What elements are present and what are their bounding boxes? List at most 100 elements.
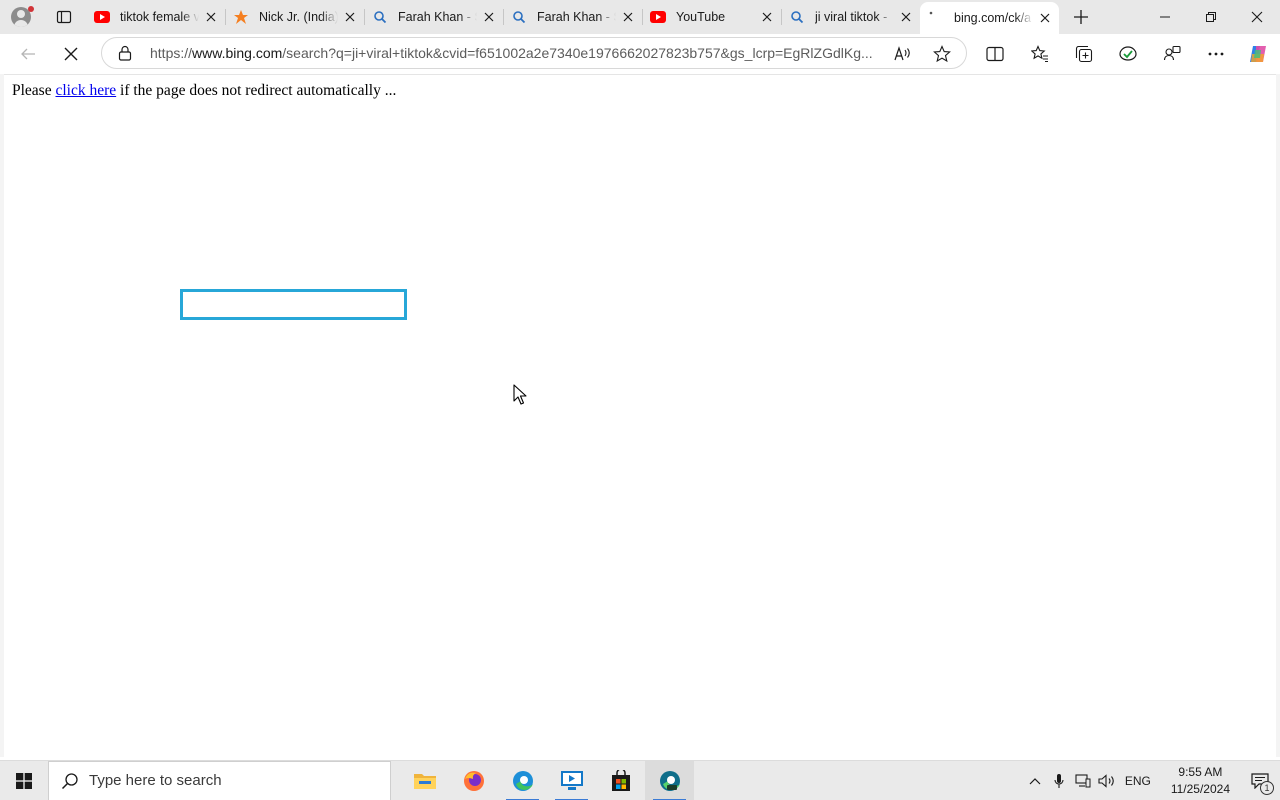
back-button[interactable] bbox=[10, 36, 46, 72]
tab-actions-button[interactable] bbox=[42, 0, 86, 34]
tab-close-icon[interactable] bbox=[759, 9, 775, 25]
collections-icon bbox=[1075, 45, 1093, 63]
right-frame bbox=[1276, 74, 1280, 757]
focus-highlight-box bbox=[180, 289, 407, 320]
taskbar-edge[interactable] bbox=[498, 761, 547, 800]
show-hidden-icons-button[interactable] bbox=[1023, 761, 1047, 800]
redirect-prefix: Please bbox=[12, 82, 56, 99]
search-icon bbox=[789, 9, 805, 25]
volume-icon bbox=[1098, 774, 1114, 788]
tab-close-icon[interactable] bbox=[342, 9, 358, 25]
search-icon bbox=[511, 9, 527, 25]
taskbar-search-box[interactable]: Type here to search bbox=[48, 760, 391, 800]
tab-title: Farah Khan - Se bbox=[398, 10, 477, 24]
tab-farah-khan-1[interactable]: Farah Khan - Se bbox=[364, 0, 503, 34]
start-button[interactable] bbox=[0, 761, 48, 800]
minimize-button[interactable] bbox=[1142, 0, 1188, 34]
redirect-suffix: if the page does not redirect automatica… bbox=[116, 82, 397, 99]
close-icon bbox=[1251, 11, 1263, 23]
page-content: Please click here if the page does not r… bbox=[4, 74, 1276, 757]
favorite-star-icon[interactable] bbox=[932, 44, 952, 64]
taskbar-store[interactable] bbox=[596, 761, 645, 800]
remote-desktop-icon bbox=[560, 770, 583, 790]
tab-close-icon[interactable] bbox=[1037, 10, 1053, 26]
browser-toolbar: https://www.bing.com/search?q=ji+viral+t… bbox=[0, 34, 1280, 74]
firefox-icon bbox=[463, 770, 484, 791]
youtube-icon bbox=[650, 9, 666, 25]
extensions-icon bbox=[1163, 45, 1181, 61]
taskbar-edge-dev[interactable] bbox=[645, 760, 694, 800]
tab-youtube[interactable]: YouTube bbox=[642, 0, 781, 34]
url-path: /search?q=ji+viral+tiktok&cvid=f651002a2… bbox=[282, 45, 873, 61]
plus-icon bbox=[1074, 10, 1088, 24]
edge-dev-icon bbox=[659, 770, 680, 791]
windows-taskbar: Type here to search ENG 9:55 AM 11/25/20… bbox=[0, 760, 1280, 800]
tab-actions-icon bbox=[56, 10, 72, 24]
split-screen-icon bbox=[986, 46, 1004, 62]
tab-title: ji viral tiktok - bbox=[815, 10, 888, 24]
search-icon bbox=[372, 9, 388, 25]
close-window-button[interactable] bbox=[1234, 0, 1280, 34]
taskbar-file-explorer[interactable] bbox=[400, 761, 449, 800]
new-tab-button[interactable] bbox=[1059, 0, 1103, 34]
window-controls bbox=[1142, 0, 1280, 34]
clock-time: 9:55 AM bbox=[1178, 765, 1223, 779]
tab-title: tiktok female v bbox=[120, 10, 199, 24]
url-host: www.bing.com bbox=[192, 45, 283, 61]
lock-icon[interactable] bbox=[116, 44, 134, 62]
tab-title: Nick Jr. (India) bbox=[259, 10, 338, 24]
tab-close-icon[interactable] bbox=[203, 9, 219, 25]
tab-close-icon[interactable] bbox=[898, 9, 914, 25]
tab-bing-redirect[interactable]: bing.com/ck/a bbox=[920, 2, 1059, 34]
address-bar[interactable]: https://www.bing.com/search?q=ji+viral+t… bbox=[101, 37, 967, 69]
tab-tiktok-female[interactable]: tiktok female v bbox=[86, 0, 225, 34]
profile-notification-dot bbox=[28, 6, 34, 12]
microphone-icon bbox=[1054, 774, 1064, 788]
action-center-button[interactable]: 1 bbox=[1240, 761, 1280, 800]
redirect-message: Please click here if the page does not r… bbox=[12, 82, 396, 100]
minimize-icon bbox=[1160, 16, 1170, 18]
split-screen-button[interactable] bbox=[977, 36, 1013, 72]
tab-close-icon[interactable] bbox=[481, 9, 497, 25]
windows-logo-icon bbox=[16, 772, 32, 789]
tab-ji-viral-tiktok[interactable]: ji viral tiktok - bbox=[781, 0, 920, 34]
nick-jr-icon bbox=[233, 9, 249, 25]
file-explorer-icon bbox=[413, 773, 436, 789]
youtube-icon bbox=[94, 9, 110, 25]
copilot-button[interactable] bbox=[1240, 36, 1276, 72]
tab-title: Farah Khan - Se bbox=[537, 10, 616, 24]
tab-title: bing.com/ck/a bbox=[954, 11, 1032, 25]
restore-button[interactable] bbox=[1188, 0, 1234, 34]
copilot-icon bbox=[1250, 46, 1266, 62]
tab-strip: tiktok female v Nick Jr. (India) Farah K… bbox=[0, 0, 1280, 34]
taskbar-remote-desktop[interactable] bbox=[547, 761, 596, 800]
volume-button[interactable] bbox=[1095, 761, 1119, 800]
network-icon bbox=[1075, 774, 1091, 788]
system-tray: ENG 9:55 AM 11/25/2024 1 bbox=[1023, 761, 1280, 800]
tab-close-icon[interactable] bbox=[620, 9, 636, 25]
browser-essentials-button[interactable] bbox=[1110, 36, 1146, 72]
back-arrow-icon bbox=[21, 48, 35, 60]
tab-nick-jr[interactable]: Nick Jr. (India) bbox=[225, 0, 364, 34]
click-here-link[interactable]: click here bbox=[55, 82, 116, 99]
edge-icon bbox=[512, 770, 533, 791]
tab-title: YouTube bbox=[676, 10, 726, 24]
stop-loading-button[interactable] bbox=[53, 36, 89, 72]
browser-essentials-icon bbox=[1119, 46, 1137, 61]
more-dots-icon bbox=[1208, 52, 1224, 56]
chevron-up-icon bbox=[1029, 778, 1041, 785]
input-language-indicator[interactable]: ENG bbox=[1119, 774, 1161, 788]
network-button[interactable] bbox=[1071, 761, 1095, 800]
taskbar-firefox[interactable] bbox=[449, 761, 498, 800]
tab-farah-khan-2[interactable]: Farah Khan - Se bbox=[503, 0, 642, 34]
favorites-button[interactable] bbox=[1022, 36, 1058, 72]
system-clock[interactable]: 9:55 AM 11/25/2024 bbox=[1161, 764, 1240, 798]
loading-icon bbox=[928, 10, 944, 26]
microphone-button[interactable] bbox=[1047, 761, 1071, 800]
collections-button[interactable] bbox=[1066, 36, 1102, 72]
url-text[interactable]: https://www.bing.com/search?q=ji+viral+t… bbox=[150, 45, 874, 61]
extensions-button[interactable] bbox=[1154, 36, 1190, 72]
read-aloud-icon[interactable] bbox=[893, 44, 913, 64]
settings-more-button[interactable] bbox=[1198, 36, 1234, 72]
profile-button[interactable] bbox=[0, 0, 42, 34]
